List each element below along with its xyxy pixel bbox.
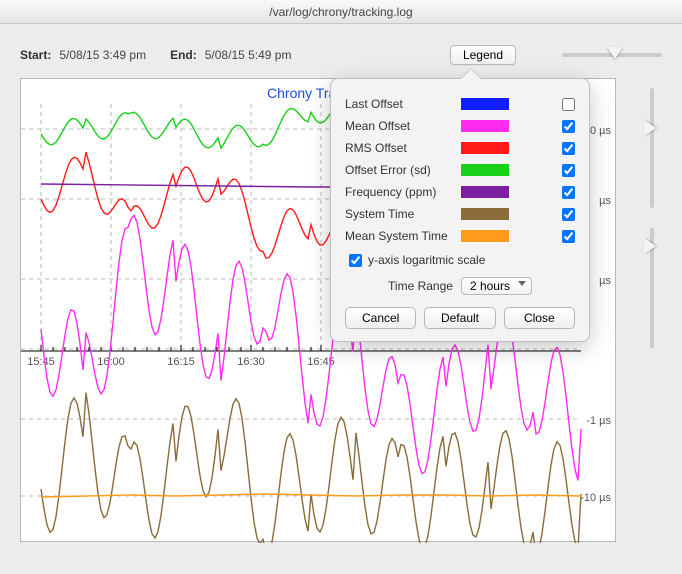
legend-item: Offset Error (sd)	[345, 159, 575, 181]
legend-button[interactable]: Legend	[450, 45, 516, 65]
zoom-slider-horizontal[interactable]	[562, 53, 662, 57]
legend-item: Mean System Time	[345, 225, 575, 247]
end-label: End:	[170, 48, 197, 62]
color-swatch	[461, 120, 509, 132]
toolbar: Start: 5/08/15 3:49 pm End: 5/08/15 5:49…	[0, 40, 682, 70]
series-visibility-checkbox[interactable]	[562, 120, 575, 133]
legend-item: Mean Offset	[345, 115, 575, 137]
series-visibility-checkbox[interactable]	[562, 98, 575, 111]
vertical-sliders	[632, 78, 672, 542]
series-visibility-checkbox[interactable]	[562, 142, 575, 155]
color-swatch	[461, 164, 509, 176]
series-visibility-checkbox[interactable]	[562, 230, 575, 243]
log-scale-checkbox[interactable]	[349, 254, 362, 267]
time-range-select[interactable]: 2 hours	[461, 277, 532, 295]
color-swatch	[461, 208, 509, 220]
close-button[interactable]: Close	[504, 307, 575, 329]
series-visibility-checkbox[interactable]	[562, 186, 575, 199]
legend-item-label: Last Offset	[345, 97, 453, 111]
start-value: 5/08/15 3:49 pm	[59, 48, 146, 62]
slider-thumb-icon[interactable]	[644, 120, 656, 136]
series-visibility-checkbox[interactable]	[562, 164, 575, 177]
time-range-label: Time Range	[388, 279, 453, 293]
legend-item-label: RMS Offset	[345, 141, 453, 155]
color-swatch	[461, 98, 509, 110]
legend-item: Frequency (ppm)	[345, 181, 575, 203]
default-button[interactable]: Default	[424, 307, 495, 329]
svg-text:16:00: 16:00	[97, 356, 125, 368]
legend-item: Last Offset	[345, 93, 575, 115]
legend-item-label: Mean Offset	[345, 119, 453, 133]
cancel-button[interactable]: Cancel	[345, 307, 416, 329]
svg-text:16:30: 16:30	[237, 356, 265, 368]
vertical-slider-upper[interactable]	[650, 88, 654, 208]
svg-text:15:45: 15:45	[27, 356, 55, 368]
start-label: Start:	[20, 48, 51, 62]
series-line	[41, 393, 581, 543]
color-swatch	[461, 230, 509, 242]
window-title: /var/log/chrony/tracking.log	[0, 0, 682, 24]
slider-thumb-icon[interactable]	[607, 47, 623, 59]
log-scale-label: y-axis logaritmic scale	[368, 253, 485, 267]
legend-item-label: System Time	[345, 207, 453, 221]
slider-thumb-icon[interactable]	[644, 238, 656, 254]
legend-item-label: Mean System Time	[345, 229, 453, 243]
legend-popover: Last Offset Mean Offset RMS Offset Offset E…	[330, 78, 590, 342]
color-swatch	[461, 142, 509, 154]
end-value: 5/08/15 5:49 pm	[205, 48, 292, 62]
legend-item-label: Offset Error (sd)	[345, 163, 453, 177]
legend-item: RMS Offset	[345, 137, 575, 159]
color-swatch	[461, 186, 509, 198]
vertical-slider-lower[interactable]	[650, 228, 654, 348]
legend-item: System Time	[345, 203, 575, 225]
svg-text:16:15: 16:15	[167, 356, 195, 368]
legend-item-label: Frequency (ppm)	[345, 185, 453, 199]
series-visibility-checkbox[interactable]	[562, 208, 575, 221]
